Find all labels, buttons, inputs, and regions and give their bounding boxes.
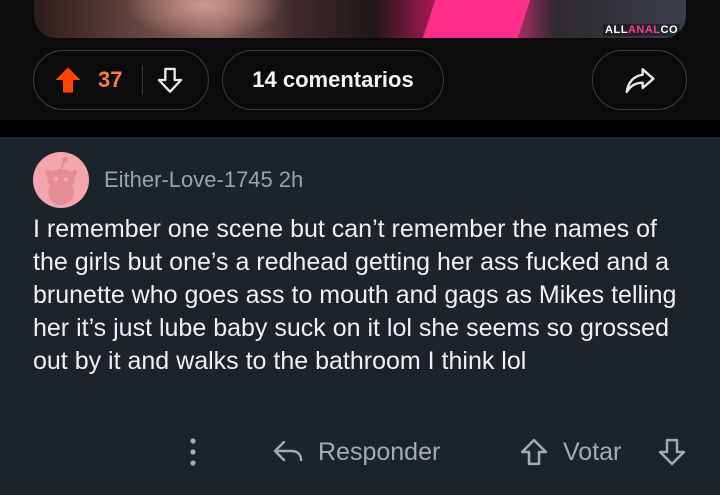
comment-upvote-button[interactable]: Votar (519, 432, 621, 472)
reply-label: Responder (318, 437, 441, 466)
comment-meta: Either-Love-1745 2h (104, 167, 303, 193)
comment-vote-label: Votar (563, 437, 622, 466)
vote-divider (142, 65, 144, 95)
comments-count-button[interactable]: 14 comentarios (222, 50, 444, 110)
avatar[interactable] (33, 152, 89, 208)
upvote-button[interactable] (52, 64, 84, 96)
post-footer: ALLANALCO 37 14 comentarios (0, 0, 720, 120)
post-vote-control: 37 (33, 50, 209, 110)
upvote-arrow-icon (55, 67, 81, 93)
downvote-button[interactable] (155, 64, 185, 96)
downvote-arrow-icon (158, 67, 183, 93)
comment-card: Either-Love-1745 2h I remember one scene … (0, 137, 720, 495)
more-options-button[interactable] (183, 434, 203, 470)
post-media-image[interactable]: ALLANALCO (34, 0, 686, 38)
comment-downvote-button[interactable] (656, 434, 688, 470)
comment-body: I remember one scene but can’t remember … (33, 215, 677, 375)
reply-button[interactable]: Responder (272, 432, 440, 472)
more-vertical-icon (190, 438, 196, 466)
vote-count: 37 (98, 67, 123, 92)
comment-timestamp: 2h (278, 167, 304, 192)
upvote-arrow-icon (520, 438, 548, 466)
share-button[interactable] (592, 50, 687, 110)
comments-count-label: 14 comentarios (252, 67, 414, 92)
comment-actions: Responder Votar (0, 427, 720, 477)
downvote-arrow-icon (658, 438, 686, 466)
reply-arrow-icon (273, 440, 303, 462)
snoo-avatar-icon (45, 157, 77, 205)
comment-author[interactable]: Either-Love-1745 (104, 167, 273, 192)
share-arrow-icon (624, 68, 655, 94)
media-watermark: ALLANALCO (603, 24, 680, 36)
